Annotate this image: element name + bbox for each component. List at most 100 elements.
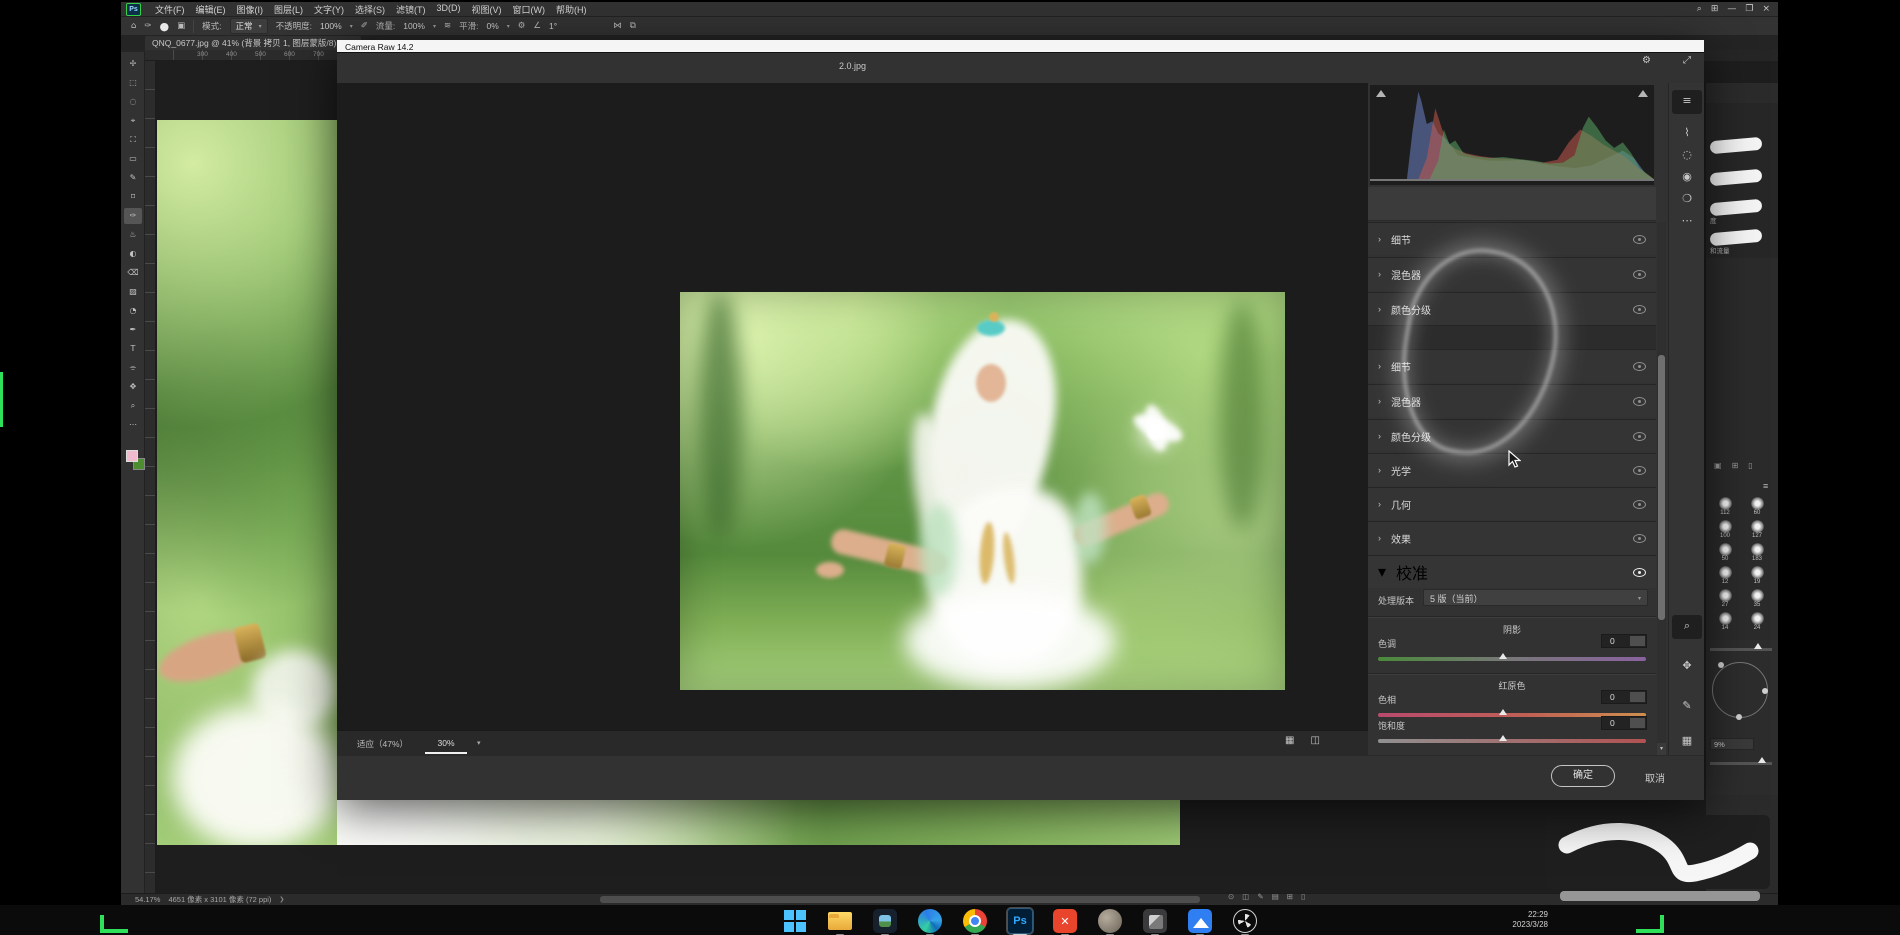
healing-icon[interactable]: ⌇ [1669, 127, 1705, 138]
edit-icon[interactable]: ≡ [1669, 95, 1705, 106]
menu-item[interactable]: 窗口(W) [513, 3, 546, 16]
mode-select[interactable]: 正常▾ [230, 18, 268, 34]
zoom-tool-icon[interactable]: ⌕ [124, 398, 142, 414]
brush-preset[interactable] [1710, 199, 1763, 216]
ok-button[interactable]: 确定 [1551, 765, 1615, 787]
taskbar-app-file-explorer[interactable] [827, 908, 853, 934]
eyedropper-tool-icon[interactable]: ✎ [124, 170, 142, 186]
brush-size-item[interactable]: 112 [1710, 497, 1740, 516]
brush-preset[interactable] [1710, 229, 1763, 246]
panel-scrollbar[interactable]: ▾ [1657, 222, 1666, 755]
chevron-down-icon[interactable]: ▾ [477, 739, 481, 747]
eye-icon[interactable] [1633, 397, 1646, 406]
gradient-tool-icon[interactable]: ▨ [124, 284, 142, 300]
brush-size-item[interactable]: 100 [1710, 520, 1740, 539]
gear-icon[interactable]: ⚙ [518, 22, 526, 31]
eye-icon[interactable] [1633, 432, 1646, 441]
wheel-handle[interactable] [1718, 662, 1724, 668]
eye-icon[interactable] [1633, 305, 1646, 314]
hand-icon[interactable]: ✥ [1669, 660, 1705, 671]
new-item-icon[interactable]: ⊞ [1732, 462, 1739, 470]
airbrush-icon[interactable]: ≋ [444, 22, 451, 31]
menu-item[interactable]: 编辑(E) [196, 3, 226, 16]
menu-item[interactable]: 视图(V) [472, 3, 502, 16]
flow-value[interactable]: 100% [403, 21, 425, 31]
pen-tool-icon[interactable]: ✒ [124, 322, 142, 338]
zoom-level-select[interactable]: 30% [425, 733, 467, 754]
red-eye-icon[interactable]: ◉ [1669, 171, 1705, 182]
trash-icon[interactable]: ▯ [1301, 893, 1305, 901]
eye-icon[interactable] [1633, 568, 1646, 577]
brush-preset[interactable] [1710, 137, 1763, 154]
brush-size-item[interactable]: 50 [1710, 543, 1740, 562]
expand-icon[interactable]: ⤢ [1683, 56, 1691, 66]
workspace-icon[interactable]: ⊞ [1711, 5, 1719, 14]
tint-slider[interactable] [1378, 657, 1646, 661]
wheel-handle[interactable] [1762, 688, 1768, 694]
taskbar-app-app-dark[interactable] [1142, 908, 1168, 934]
slider-thumb[interactable] [1499, 653, 1507, 659]
dialog-title-bar[interactable]: Camera Raw 14.2 [337, 40, 1704, 53]
symmetry-icon[interactable]: ⋈ [613, 22, 622, 31]
brush-size-item[interactable]: 27 [1710, 589, 1740, 608]
brush-size-item[interactable]: 19 [1742, 566, 1772, 585]
menu-item[interactable]: 滤镜(T) [396, 3, 426, 16]
brush-size-item[interactable]: 35 [1742, 589, 1772, 608]
path-select-tool-icon[interactable]: ⌯ [124, 360, 142, 376]
eye-icon[interactable] [1633, 534, 1646, 543]
pressure-opacity-icon[interactable]: ✐ [361, 22, 368, 31]
brush-size-item[interactable]: 183 [1742, 543, 1772, 562]
eye-icon[interactable] [1633, 235, 1646, 244]
panel-row-0[interactable]: ›细节 [1368, 222, 1656, 255]
slider-thumb[interactable] [1499, 735, 1507, 741]
brush-settings-icon[interactable]: ⧉ [630, 22, 636, 31]
delete-icon[interactable]: ▯ [1748, 462, 1752, 470]
menu-item[interactable]: 图像(I) [237, 3, 264, 16]
color-wheel-ring[interactable] [1712, 662, 1768, 718]
close-icon[interactable]: × [1762, 5, 1770, 14]
slider-thumb[interactable] [1754, 643, 1762, 649]
panel-menu-icon[interactable]: ≡ [1763, 481, 1768, 491]
panel-row-7[interactable]: ›几何 [1368, 487, 1656, 520]
horizontal-scrollbar[interactable] [600, 896, 1200, 903]
brush-tool-icon[interactable]: ✑ [124, 208, 142, 224]
taskbar-app-app-texture[interactable] [1097, 908, 1123, 934]
sampler-icon[interactable]: ✎ [1669, 700, 1705, 711]
angle-value[interactable]: 1° [549, 21, 557, 31]
menu-item[interactable]: 选择(S) [355, 3, 385, 16]
fit-zoom-label[interactable]: 适应（47%） [357, 738, 408, 750]
dodge-tool-icon[interactable]: ◔ [124, 303, 142, 319]
dot-icon[interactable]: ⊙ [1228, 893, 1234, 901]
filmstrip-view-icon[interactable]: ▦ [1285, 736, 1294, 746]
clone-stamp-tool-icon[interactable]: ♨ [124, 227, 142, 243]
menu-item[interactable]: 图层(L) [274, 3, 303, 16]
lasso-tool-icon[interactable]: ◌ [124, 94, 142, 110]
taskbar-app-photoshop[interactable]: Ps [1007, 908, 1033, 934]
percent-field[interactable]: 9% [1710, 738, 1754, 750]
saturation-value-field[interactable]: 0 [1601, 716, 1647, 730]
taskbar-app-chrome[interactable] [962, 908, 988, 934]
crop-tool-icon[interactable]: ⛶ [124, 132, 142, 148]
search-icon[interactable]: ⌕ [1697, 5, 1702, 14]
taskbar-app-app-cloud[interactable] [1187, 908, 1213, 934]
presets-icon[interactable]: ❍ [1669, 193, 1705, 204]
eye-icon[interactable] [1633, 270, 1646, 279]
mini-slider[interactable] [1710, 648, 1772, 651]
masking-icon[interactable]: ◌ [1669, 149, 1705, 160]
foreground-color-swatch[interactable] [126, 450, 138, 462]
gear-icon[interactable]: ⚙ [1642, 56, 1651, 66]
chevron-down-icon[interactable]: ▾ [350, 23, 353, 30]
more-icon[interactable]: ⋯ [1669, 215, 1705, 226]
taskbar-app-app-red[interactable]: ✕ [1052, 908, 1078, 934]
tint-value-field[interactable]: 0 [1601, 634, 1647, 648]
slider-thumb[interactable] [1499, 709, 1507, 715]
move-tool-icon[interactable]: ✢ [124, 56, 142, 72]
slider-thumb[interactable] [1758, 757, 1766, 763]
taskbar-app-app-fan[interactable] [1232, 908, 1258, 934]
brush-size-item[interactable]: 127 [1742, 520, 1772, 539]
before-after-view-icon[interactable]: ◫ [1310, 736, 1319, 746]
wheel-handle[interactable] [1736, 714, 1742, 720]
taskbar-app-photos[interactable] [872, 908, 898, 934]
taskbar-clock[interactable]: 22:29 2023/3/28 [1462, 910, 1548, 930]
history-brush-tool-icon[interactable]: ◐ [124, 246, 142, 262]
